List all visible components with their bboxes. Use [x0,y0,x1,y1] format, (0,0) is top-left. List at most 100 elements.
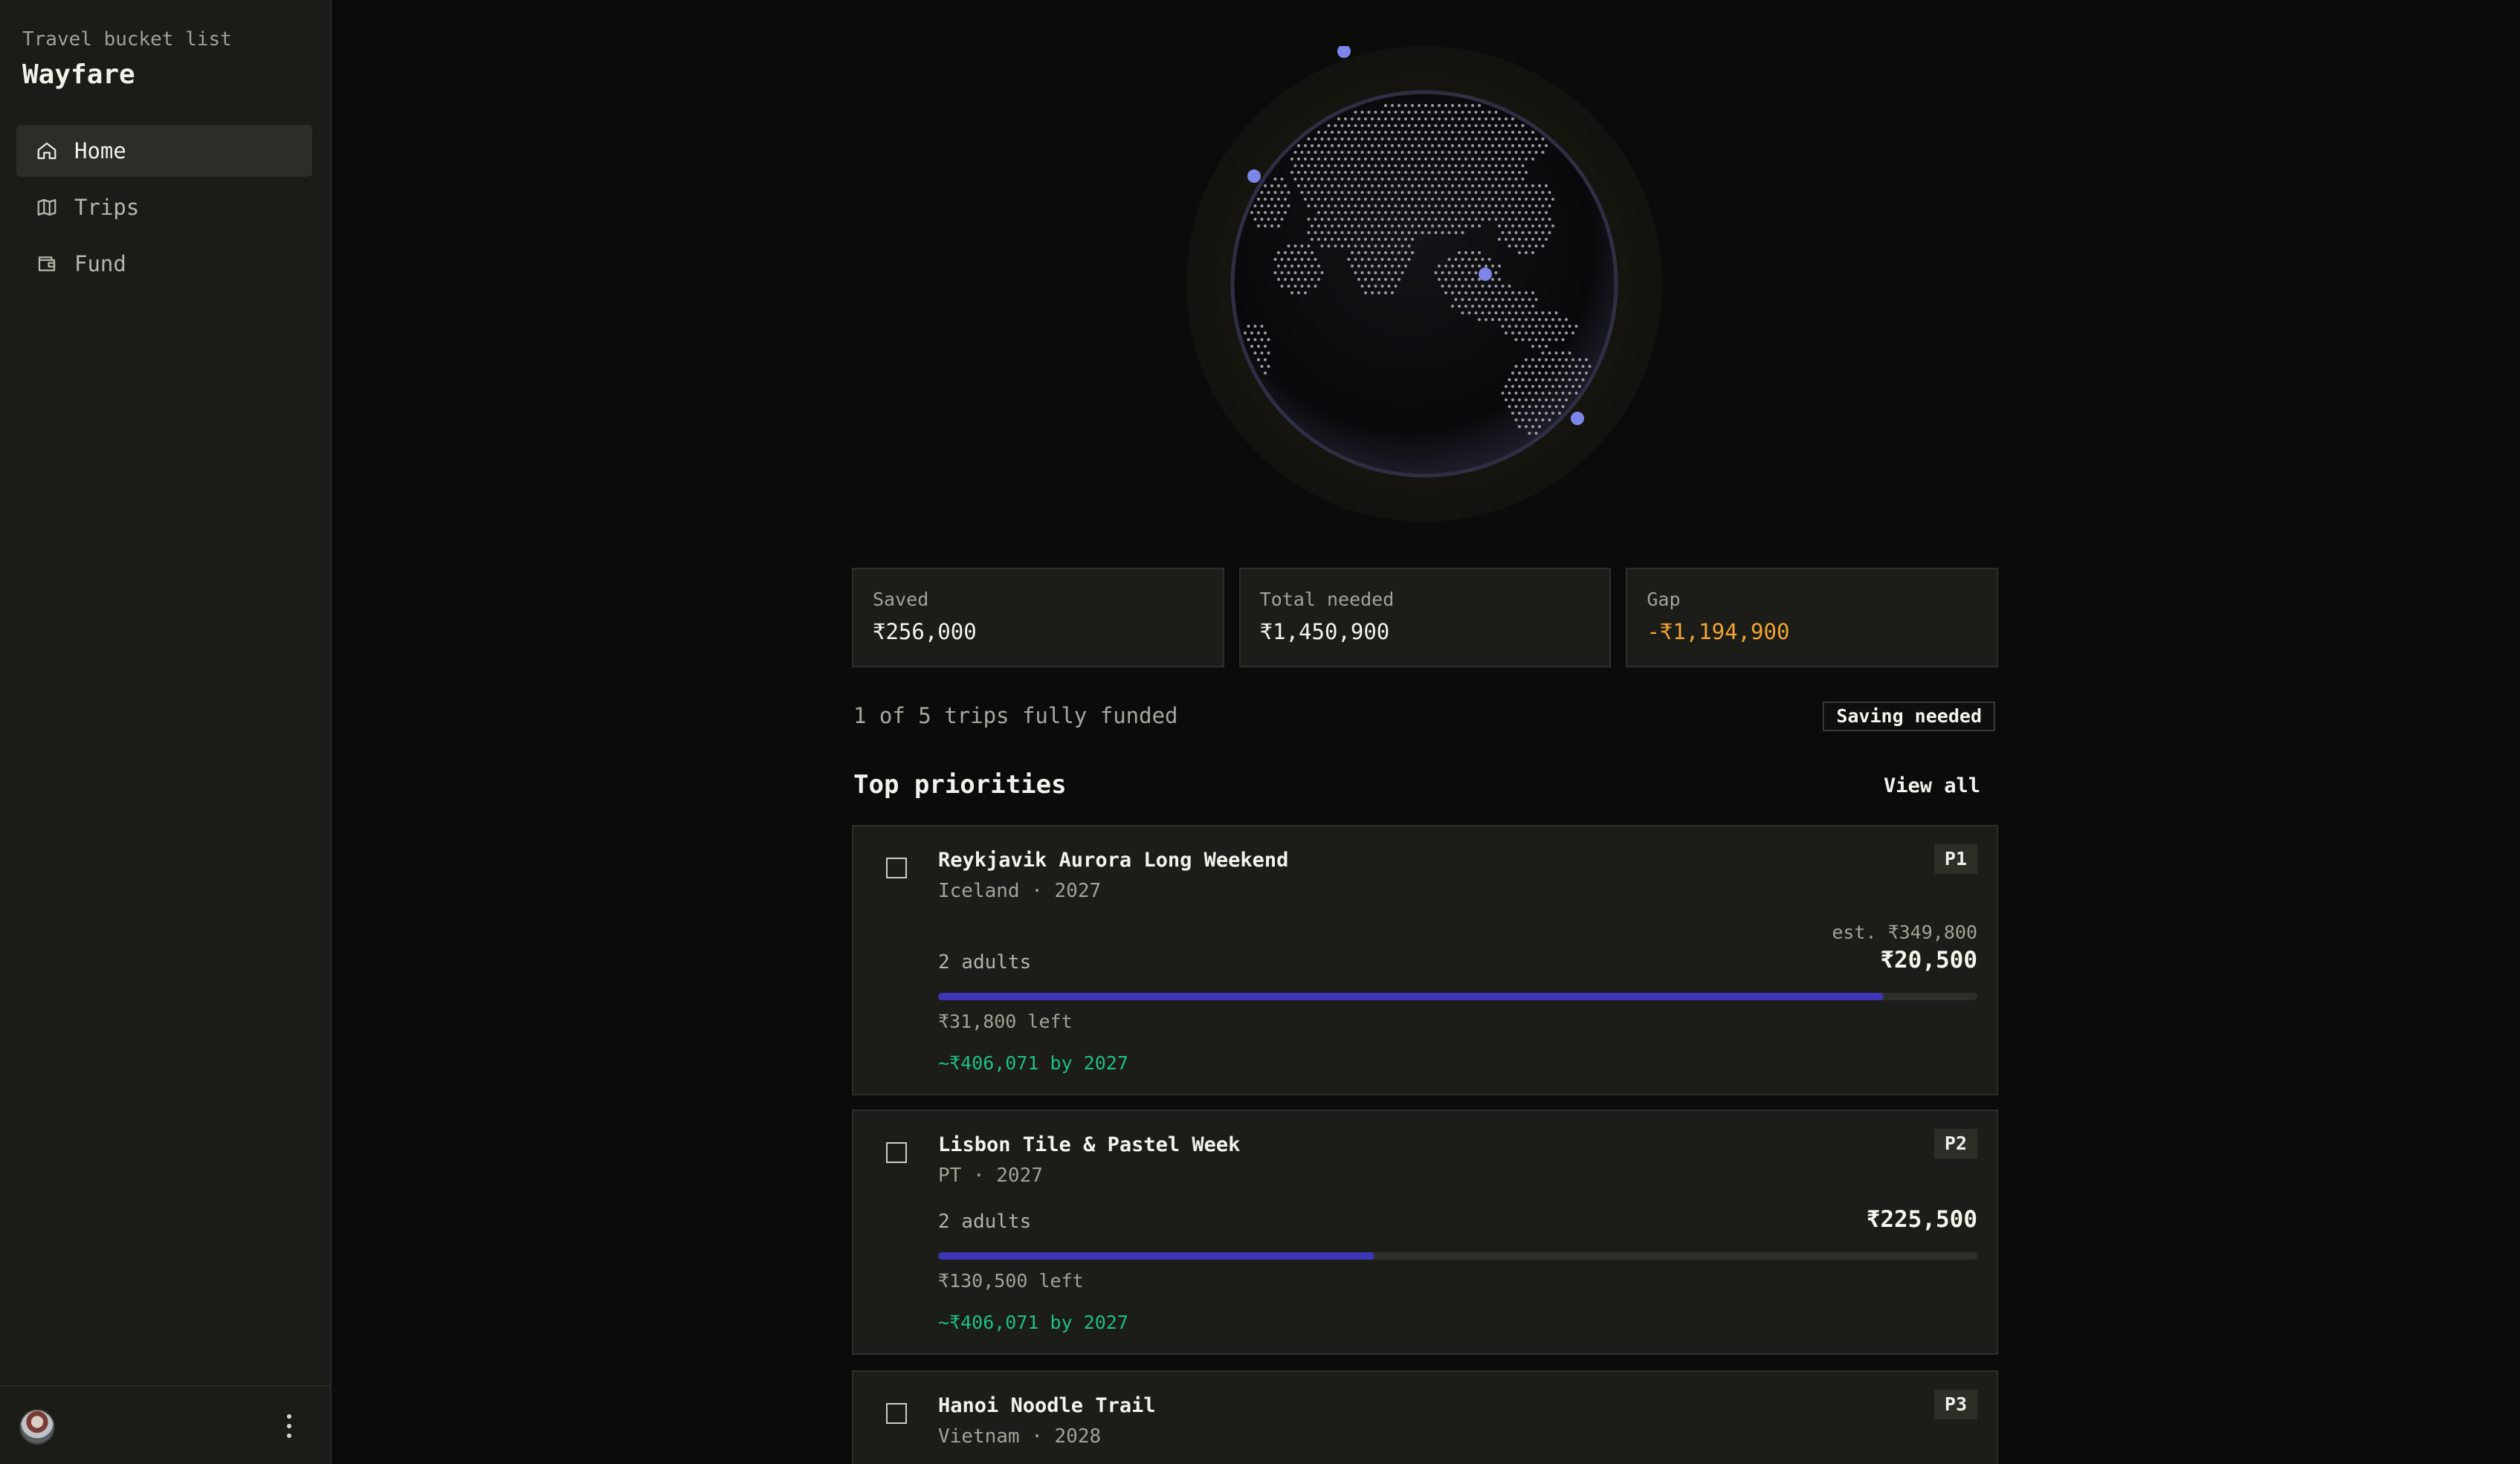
land-dot [1538,198,1541,201]
avatar[interactable] [19,1409,55,1445]
land-dot [1337,184,1340,187]
stat-total-needed: Total needed ₹1,450,900 [1238,568,1612,667]
land-dot [1447,271,1451,274]
land-dot [1514,392,1518,395]
land-dot [1478,171,1481,174]
land-dot [1487,191,1491,194]
land-dot [1521,204,1525,207]
land-dot [1327,137,1331,140]
land-dot [1394,244,1398,247]
land-dot [1498,211,1501,214]
section-title: Top priorities [853,770,1067,800]
land-dot [1380,111,1384,114]
land-dot [1574,378,1578,381]
land-dot [1518,385,1521,388]
land-dot [1464,184,1467,187]
land-dot [1467,178,1471,181]
land-dot [1538,144,1541,147]
land-dot [1411,104,1414,107]
land-dot [1561,405,1565,408]
land-dot [1317,211,1320,214]
land-dot [1307,285,1311,288]
land-dot [1314,285,1317,288]
land-dot [1521,124,1525,127]
land-dot [1344,158,1347,161]
land-dot [1505,385,1508,388]
sidebar-item-fund[interactable]: Fund [16,238,312,290]
land-dot [1454,258,1458,261]
land-dot [1487,111,1491,114]
land-dot [1511,131,1514,134]
land-dot [1267,191,1270,194]
trip-checkbox[interactable] [886,1403,907,1424]
land-dot [1508,392,1511,395]
sidebar-item-trips[interactable]: Trips [16,181,312,233]
trip-card[interactable]: Lisbon Tile & Pastel Week PT · 2027 P2 2… [852,1110,1998,1355]
land-dot [1367,285,1371,288]
trip-checkbox[interactable] [886,858,907,878]
land-dot [1514,231,1518,234]
land-dot [1518,131,1521,134]
land-dot [1337,117,1340,120]
land-dot [1331,131,1334,134]
land-dot [1438,158,1441,161]
land-dot [1287,204,1290,207]
land-dot [1545,345,1548,348]
land-dot [1528,365,1531,368]
land-dot [1300,285,1304,288]
trip-checkbox[interactable] [886,1142,907,1163]
land-dot [1414,151,1418,154]
land-dot [1467,124,1471,127]
land-dot [1311,171,1314,174]
trip-card[interactable]: Reykjavik Aurora Long Weekend Iceland · … [852,825,1998,1095]
sidebar-item-label: Home [74,138,126,163]
land-dot [1541,392,1545,395]
land-dot [1571,372,1574,375]
land-dot [1334,244,1337,247]
funding-stats: Saved ₹256,000 Total needed ₹1,450,900 G… [852,568,1999,667]
land-dot [1447,218,1451,221]
land-dot [1334,124,1337,127]
land-dot [1293,164,1297,167]
land-dot [1501,218,1505,221]
land-dot [1514,418,1518,421]
land-dot [1380,271,1384,274]
land-dot [1431,158,1434,161]
land-dot [1458,251,1461,254]
land-dot [1534,298,1538,301]
land-dot [1260,191,1264,194]
land-dot [1267,365,1270,368]
land-dot [1438,117,1441,120]
land-dot [1260,204,1264,207]
land-dot [1427,204,1431,207]
sidebar-item-home[interactable]: Home [16,125,312,177]
land-dot [1371,184,1374,187]
land-dot [1578,358,1581,361]
land-dot [1264,198,1267,201]
land-dot [1505,131,1508,134]
land-dot [1404,117,1407,120]
land-dot [1467,137,1471,140]
land-dot [1398,251,1400,254]
land-dot [1518,211,1521,214]
land-dot [1293,271,1297,274]
land-dot [1471,291,1474,294]
land-dot [1317,278,1320,281]
land-dot [1404,198,1407,201]
land-dot [1474,191,1478,194]
view-all-link[interactable]: View all [1884,774,1980,797]
land-dot [1307,151,1311,154]
land-dot [1511,144,1514,147]
globe-visualization[interactable] [1186,45,1662,522]
land-dot [1391,144,1394,147]
land-dot [1478,251,1481,254]
land-dot [1494,178,1498,181]
funded-summary: 1 of 5 trips fully funded [853,703,1178,728]
land-dot [1551,358,1554,361]
land-dot [1354,124,1357,127]
land-dot [1304,291,1307,294]
trip-card[interactable]: Hanoi Noodle Trail Vietnam · 2028 P3 [852,1370,1998,1464]
land-dot [1431,224,1434,227]
more-options-icon[interactable] [278,1409,300,1445]
land-dot [1400,244,1404,247]
